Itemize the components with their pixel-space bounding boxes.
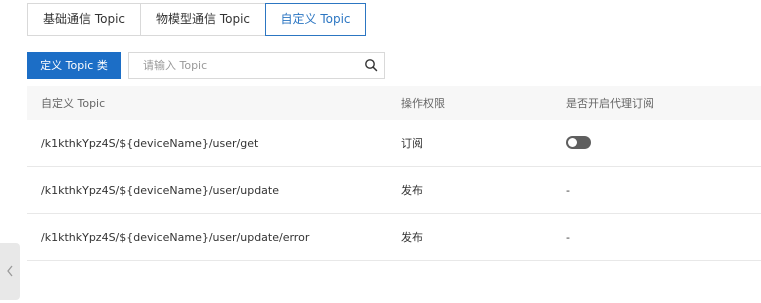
proxy-subscription-cell: -	[566, 183, 570, 197]
column-header-proxy-subscription: 是否开启代理订阅	[566, 97, 654, 110]
tab-custom-topic[interactable]: 自定义 Topic	[265, 3, 366, 36]
sidebar-collapse-handle[interactable]	[0, 243, 20, 300]
topic-search-box	[128, 52, 385, 79]
search-icon[interactable]	[364, 58, 378, 72]
permission-cell: 订阅	[401, 137, 423, 150]
table-row: /k1kthkYpz4S/${deviceName}/user/update/e…	[27, 214, 761, 261]
topic-list-page: 基础通信 Topic 物模型通信 Topic 自定义 Topic 定义 Topi…	[0, 0, 761, 303]
proxy-subscription-cell: -	[566, 230, 570, 244]
proxy-subscription-toggle[interactable]	[566, 136, 591, 149]
permission-cell: 发布	[401, 231, 423, 244]
chevron-left-icon	[7, 265, 13, 277]
topic-cell: /k1kthkYpz4S/${deviceName}/user/get	[41, 136, 259, 150]
topic-cell: /k1kthkYpz4S/${deviceName}/user/update	[41, 183, 280, 197]
tab-thing-model-topic[interactable]: 物模型通信 Topic	[140, 3, 266, 36]
toggle-knob	[568, 138, 577, 147]
define-topic-class-button[interactable]: 定义 Topic 类	[27, 52, 121, 79]
topic-search-input[interactable]	[129, 53, 354, 78]
table-row: /k1kthkYpz4S/${deviceName}/user/get 订阅	[27, 120, 761, 167]
column-header-topic: 自定义 Topic	[41, 97, 106, 110]
table-header: 自定义 Topic 操作权限 是否开启代理订阅	[27, 86, 761, 120]
custom-topic-table: 自定义 Topic 操作权限 是否开启代理订阅 /k1kthkYpz4S/${d…	[27, 86, 761, 261]
topic-cell: /k1kthkYpz4S/${deviceName}/user/update/e…	[41, 230, 310, 244]
table-row: /k1kthkYpz4S/${deviceName}/user/update 发…	[27, 167, 761, 214]
column-header-permission: 操作权限	[401, 97, 445, 110]
tab-basic-topic[interactable]: 基础通信 Topic	[27, 3, 141, 36]
topic-tabs: 基础通信 Topic 物模型通信 Topic 自定义 Topic	[27, 3, 366, 36]
permission-cell: 发布	[401, 184, 423, 197]
